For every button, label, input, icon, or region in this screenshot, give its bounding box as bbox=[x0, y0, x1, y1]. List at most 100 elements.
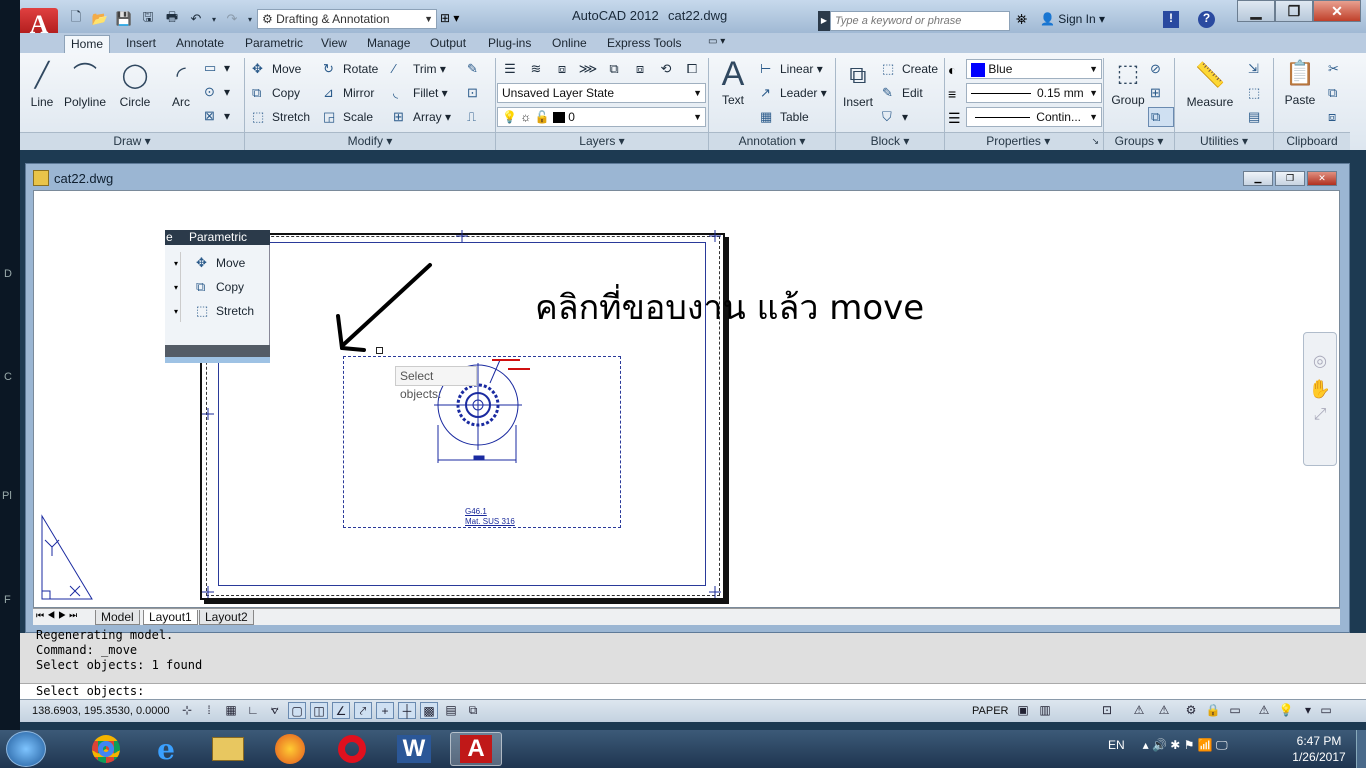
clean-screen-icon[interactable]: ▭ bbox=[1317, 702, 1335, 719]
circle-button[interactable]: ◯ Circle bbox=[115, 60, 155, 109]
dynamic-ucs-icon[interactable]: ⤤ bbox=[354, 702, 372, 719]
open-file-icon[interactable]: 📂 bbox=[90, 10, 110, 28]
lineweight-icon[interactable]: ≡ bbox=[948, 86, 956, 102]
tab-home[interactable]: Home bbox=[64, 35, 111, 54]
clock[interactable]: 6:47 PM 1/26/2017 bbox=[1292, 733, 1346, 765]
help-icon[interactable]: ? bbox=[1198, 11, 1215, 28]
layer-unisolate-icon[interactable]: ⧈ bbox=[630, 60, 650, 78]
clipboard-panel-title[interactable]: Clipboard bbox=[1274, 132, 1350, 150]
attribute-button[interactable]: ⛉ ▾ bbox=[882, 109, 908, 125]
erase-button[interactable]: ✎ bbox=[467, 61, 487, 77]
paste-button[interactable]: 📋 Paste bbox=[1280, 58, 1320, 107]
float-stretch-button[interactable]: ⬚ Stretch bbox=[196, 303, 254, 319]
binoculars-icon[interactable]: ⛯ bbox=[1016, 11, 1027, 28]
sign-in-button[interactable]: 👤 Sign In ▾ bbox=[1040, 12, 1105, 26]
match-properties-button[interactable]: ⧈ bbox=[1328, 109, 1348, 125]
tab-annotate[interactable]: Annotate bbox=[170, 35, 230, 51]
paper-space-toggle[interactable]: PAPER bbox=[972, 705, 1008, 717]
layer-properties-icon[interactable]: ☰ bbox=[500, 60, 520, 78]
close-button[interactable]: ✕ bbox=[1313, 0, 1361, 22]
dialog-launcher-icon[interactable]: ↘ bbox=[1091, 133, 1099, 150]
layer-dropdown[interactable]: 💡 ☼ 🔓 0 ▼ bbox=[497, 107, 706, 127]
trim-button[interactable]: ⁄ Trim ▾ bbox=[393, 61, 446, 76]
customize-qat-icon[interactable]: ⊞ ▾ bbox=[440, 11, 459, 25]
annotation-panel-title[interactable]: Annotation ▾ bbox=[709, 132, 835, 150]
insert-block-button[interactable]: ⧉ Insert bbox=[838, 60, 878, 109]
rectangle-button[interactable]: ▭ ▾ bbox=[204, 60, 230, 76]
linetype-icon[interactable]: ☰ bbox=[948, 110, 961, 127]
undo-dropdown-icon[interactable]: ▾ bbox=[210, 10, 218, 28]
search-input[interactable]: Type a keyword or phrase bbox=[830, 11, 1010, 31]
maximize-viewport-icon[interactable]: ⊡ bbox=[1098, 702, 1116, 719]
object-snap-tracking-icon[interactable]: ∠ bbox=[332, 702, 350, 719]
float-copy-button[interactable]: ⧉ Copy bbox=[196, 279, 244, 295]
utilities-panel-title[interactable]: Utilities ▾ bbox=[1175, 132, 1273, 150]
chrome-taskbar-icon[interactable] bbox=[80, 732, 132, 766]
explode-button[interactable]: ⊡ bbox=[467, 85, 487, 101]
doc-close-button[interactable]: ✕ bbox=[1307, 171, 1337, 186]
save-icon[interactable]: 💾 bbox=[114, 10, 134, 28]
properties-panel-title[interactable]: Properties ▾ ↘ bbox=[945, 132, 1103, 150]
tab-view[interactable]: View bbox=[315, 35, 353, 51]
arc-button[interactable]: ◜ Arc bbox=[163, 60, 199, 109]
mirror-button[interactable]: ⊿ Mirror bbox=[323, 85, 374, 101]
quick-properties-icon[interactable]: ▤ bbox=[442, 702, 460, 719]
layer-match-icon[interactable]: ≋ bbox=[526, 60, 546, 78]
status-menu-icon[interactable]: ▾ bbox=[1299, 702, 1317, 719]
layer-freeze-icon[interactable]: ⧈ bbox=[552, 60, 572, 78]
table-button[interactable]: ▦ Table bbox=[760, 109, 809, 125]
quick-view-drawings-icon[interactable]: ▥ bbox=[1036, 702, 1054, 719]
workspace-selector[interactable]: ⚙ Drafting & Annotation ▼ bbox=[257, 9, 437, 29]
doc-restore-button[interactable]: ❐ bbox=[1275, 171, 1305, 186]
transparency-icon[interactable]: ▩ bbox=[420, 702, 438, 719]
coordinates-readout[interactable]: 138.6903, 195.3530, 0.0000 bbox=[32, 705, 170, 717]
redo-icon[interactable]: ↷ bbox=[222, 10, 242, 28]
group-button[interactable]: ⬚ Group bbox=[1108, 58, 1148, 107]
opera-icon[interactable] bbox=[326, 732, 378, 766]
tab-parametric[interactable]: Parametric bbox=[239, 35, 309, 51]
info-exchange-icon[interactable]: ! bbox=[1163, 11, 1179, 28]
groups-panel-title[interactable]: Groups ▾ bbox=[1104, 132, 1174, 150]
float-move-button[interactable]: ✥ Move bbox=[196, 255, 245, 271]
layer-lock-icon[interactable]: ⧠ bbox=[682, 60, 702, 78]
rotate-button[interactable]: ↻ Rotate bbox=[323, 61, 378, 77]
dynamic-input-icon[interactable]: + bbox=[376, 702, 394, 719]
ungroup-button[interactable]: ⊘ bbox=[1150, 61, 1170, 77]
firefox-icon[interactable] bbox=[264, 732, 316, 766]
color-wheel-icon[interactable]: ◐ bbox=[948, 62, 956, 78]
layer-isolate-icon[interactable]: ⧉ bbox=[604, 60, 624, 78]
layers-panel-title[interactable]: Layers ▾ bbox=[496, 132, 708, 150]
layout-nav-arrows-icon[interactable]: ⏮◀▶⏭ bbox=[36, 610, 80, 621]
snap-mode-icon[interactable]: ⁞ bbox=[200, 702, 218, 719]
plot-icon[interactable]: 🖶 bbox=[162, 9, 182, 28]
edit-block-button[interactable]: ✎ Edit bbox=[882, 85, 923, 101]
command-input[interactable]: Select objects: bbox=[20, 683, 1366, 699]
group-edit-button[interactable]: ⊞ bbox=[1150, 85, 1170, 101]
steering-wheel-icon[interactable]: ◎ bbox=[1304, 351, 1336, 371]
modify-panel-title[interactable]: Modify ▾ bbox=[245, 132, 495, 150]
lineweight-toggle-icon[interactable]: ┼ bbox=[398, 702, 416, 719]
create-block-button[interactable]: ⬚ Create bbox=[882, 61, 938, 77]
offset-button[interactable]: ⎍ bbox=[467, 109, 487, 125]
undo-icon[interactable]: ↶ bbox=[186, 10, 206, 28]
stretch-button[interactable]: ⬚ Stretch bbox=[252, 109, 310, 125]
zoom-extents-icon[interactable]: ⤢ bbox=[1304, 406, 1336, 424]
language-indicator[interactable]: EN bbox=[1108, 738, 1125, 752]
3d-osnap-icon[interactable]: ◫ bbox=[310, 702, 328, 719]
layer-off-icon[interactable]: ⋙ bbox=[578, 60, 598, 78]
workspace-switching-icon[interactable]: ⚙ bbox=[1182, 702, 1200, 719]
group-selection-toggle[interactable]: ⧉ bbox=[1148, 107, 1174, 127]
block-panel-title[interactable]: Block ▾ bbox=[836, 132, 944, 150]
hardware-acceleration-icon[interactable]: ▭ bbox=[1226, 702, 1244, 719]
region-button[interactable]: ⊠ ▾ bbox=[204, 108, 230, 124]
tab-plugins[interactable]: Plug-ins bbox=[482, 35, 537, 51]
tab-online[interactable]: Online bbox=[546, 35, 593, 51]
calculator-button[interactable]: ▤ bbox=[1248, 109, 1268, 125]
lineweight-dropdown[interactable]: 0.15 mm ▼ bbox=[966, 83, 1102, 103]
polar-tracking-icon[interactable]: ⦡ bbox=[266, 702, 284, 719]
maximize-button[interactable]: ❐ bbox=[1275, 0, 1313, 22]
ribbon-toggle-icon[interactable]: ▭ ▾ bbox=[702, 35, 731, 48]
tab-manage[interactable]: Manage bbox=[361, 35, 416, 51]
object-snap-icon[interactable]: ▢ bbox=[288, 702, 306, 719]
leader-button[interactable]: ↗ Leader ▾ bbox=[760, 85, 827, 101]
